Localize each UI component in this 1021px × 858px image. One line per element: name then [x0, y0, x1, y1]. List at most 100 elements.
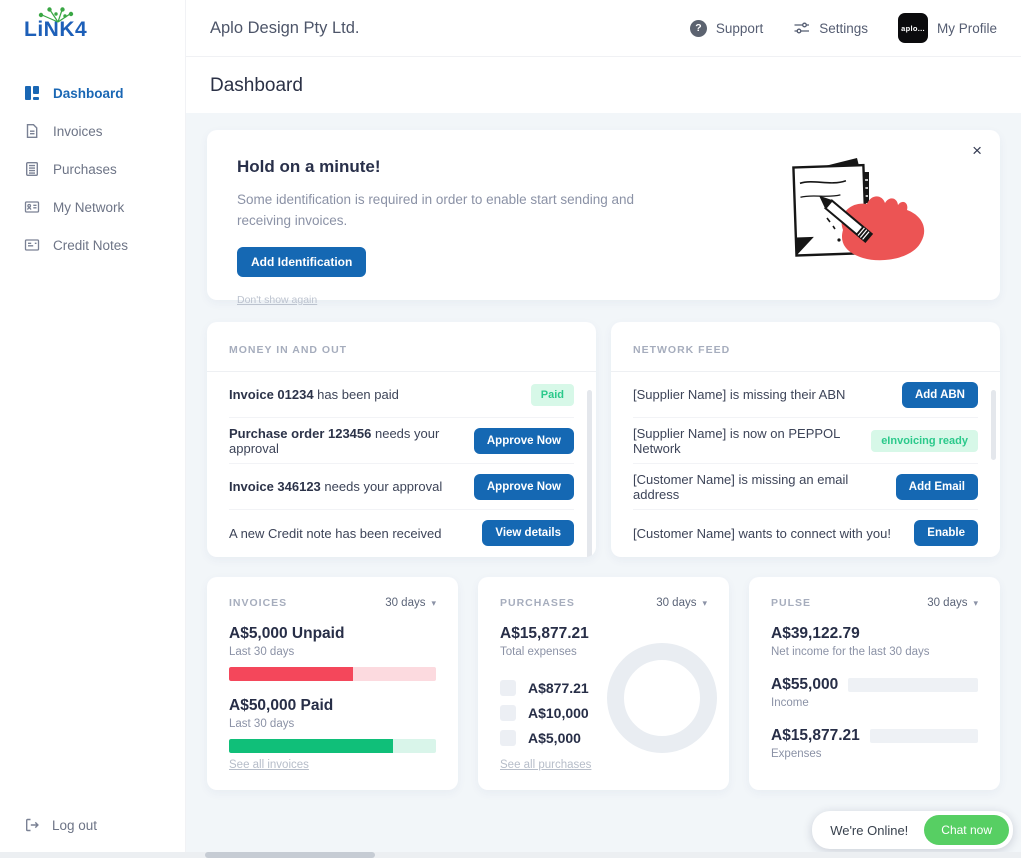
topbar: Aplo Design Pty Ltd. ? Support Settings …	[186, 0, 1021, 57]
total-expenses-amount: A$15,877.21	[500, 625, 707, 643]
list-item: [Supplier Name] is now on PEPPOL Network…	[633, 418, 978, 464]
hand-writing-illustration	[783, 152, 948, 277]
legend-swatch	[500, 730, 516, 746]
page-title: Dashboard	[210, 75, 303, 97]
see-all-purchases-link[interactable]: See all purchases	[500, 759, 591, 771]
invoices-card: INVOICES 30 days▾ A$5,000 Unpaid Last 30…	[207, 577, 458, 790]
expenses-legend: A$877.21 A$10,000 A$5,000	[500, 680, 707, 746]
support-button[interactable]: ? Support	[690, 20, 763, 37]
sidebar-item-label: Invoices	[53, 124, 103, 139]
dashboard-icon	[24, 85, 40, 101]
profile-button[interactable]: aplo... My Profile	[898, 13, 997, 43]
logout-button[interactable]: Log out	[0, 806, 121, 844]
net-income-block: A$39,122.79 Net income for the last 30 d…	[771, 625, 978, 658]
income-amount: A$55,000	[771, 676, 838, 694]
view-details-button[interactable]: View details	[482, 520, 574, 546]
scrollbar-thumb[interactable]	[587, 390, 592, 557]
support-label: Support	[716, 21, 763, 36]
chat-now-button[interactable]: Chat now	[924, 815, 1009, 845]
row-text: A new Credit note has been received	[229, 526, 441, 541]
expenses-label: Expenses	[771, 748, 978, 760]
list-item: Purchase order 123456 needs your approva…	[229, 418, 574, 464]
link4-logo[interactable]: LiNK4	[24, 18, 87, 42]
paid-sub: Last 30 days	[229, 718, 436, 730]
logo-burst-icon	[36, 7, 80, 25]
profile-label: My Profile	[937, 21, 997, 36]
list-item: Invoice 01234 has been paid Paid	[229, 372, 574, 418]
sidebar-item-credit-notes[interactable]: Credit Notes	[0, 226, 185, 264]
row-text: [Supplier Name] is now on PEPPOL Network	[633, 426, 871, 456]
identification-notice-card: Hold on a minute! Some identification is…	[207, 130, 1000, 300]
card-title: INVOICES	[229, 597, 287, 609]
horizontal-scrollbar[interactable]	[0, 852, 1021, 858]
add-abn-button[interactable]: Add ABN	[902, 382, 978, 408]
card-title: MONEY IN AND OUT	[229, 344, 347, 356]
sidebar: LiNK4 Dashboard Invoices Purchases	[0, 0, 186, 858]
see-all-invoices-link[interactable]: See all invoices	[229, 759, 309, 771]
net-income-sub: Net income for the last 30 days	[771, 646, 978, 658]
add-identification-button[interactable]: Add Identification	[237, 247, 366, 277]
list-item: [Customer Name] is missing an email addr…	[633, 464, 978, 510]
sidebar-item-purchases[interactable]: Purchases	[0, 150, 185, 188]
logout-label: Log out	[52, 818, 97, 833]
row-text: [Supplier Name] is missing their ABN	[633, 387, 845, 402]
notice-body: Some identification is required in order…	[237, 190, 667, 232]
legend-swatch	[500, 680, 516, 696]
chevron-down-icon: ▾	[973, 598, 978, 609]
money-rows: Invoice 01234 has been paid Paid Purchas…	[207, 372, 596, 556]
company-name: Aplo Design Pty Ltd.	[210, 19, 360, 38]
paid-amount: A$50,000 Paid	[229, 697, 436, 715]
expenses-row: A$15,877.21 Expenses	[771, 727, 978, 760]
row-text: Invoice 346123 needs your approval	[229, 479, 442, 494]
unpaid-bar	[229, 667, 436, 681]
sidebar-item-dashboard[interactable]: Dashboard	[0, 74, 185, 112]
sidebar-item-label: Purchases	[53, 162, 117, 177]
purchases-card: PURCHASES 30 days▾ A$15,877.21 Total exp…	[478, 577, 729, 790]
help-icon: ?	[690, 20, 707, 37]
horizontal-scrollbar-thumb[interactable]	[205, 852, 375, 858]
close-icon[interactable]: ×	[972, 142, 982, 159]
legend-item: A$5,000	[500, 730, 707, 746]
card-title: NETWORK FEED	[633, 344, 730, 356]
sidebar-item-my-network[interactable]: My Network	[0, 188, 185, 226]
expenses-bar	[870, 729, 978, 743]
unpaid-amount: A$5,000 Unpaid	[229, 625, 436, 643]
list-item: A new Credit note has been received View…	[229, 510, 574, 556]
settings-label: Settings	[819, 21, 868, 36]
period-dropdown[interactable]: 30 days▾	[656, 597, 707, 609]
legend-item: A$10,000	[500, 705, 707, 721]
dont-show-again-link[interactable]: Don't show again	[237, 294, 317, 306]
approve-now-button[interactable]: Approve Now	[474, 474, 574, 500]
topbar-actions: ? Support Settings aplo... My Profile	[690, 13, 997, 43]
sidebar-item-label: Credit Notes	[53, 238, 128, 253]
enable-button[interactable]: Enable	[914, 520, 978, 546]
period-dropdown[interactable]: 30 days▾	[385, 597, 436, 609]
period-dropdown[interactable]: 30 days▾	[927, 597, 978, 609]
einvoicing-ready-badge: eInvoicing ready	[871, 430, 978, 452]
card-header: MONEY IN AND OUT	[207, 322, 596, 372]
sidebar-item-label: My Network	[53, 200, 124, 215]
income-bar	[848, 678, 978, 692]
pulse-card: PULSE 30 days▾ A$39,122.79 Net income fo…	[749, 577, 1000, 790]
legend-swatch	[500, 705, 516, 721]
content-area: Hold on a minute! Some identification is…	[186, 113, 1021, 858]
scrollbar-thumb[interactable]	[991, 390, 996, 460]
list-item: [Customer Name] wants to connect with yo…	[633, 510, 978, 556]
stat-cards-row: INVOICES 30 days▾ A$5,000 Unpaid Last 30…	[207, 577, 1000, 790]
feed-cards-row: MONEY IN AND OUT Invoice 01234 has been …	[207, 322, 1000, 557]
avatar: aplo...	[898, 13, 928, 43]
paid-block: A$50,000 Paid Last 30 days	[229, 697, 436, 753]
logout-icon	[24, 817, 40, 833]
paid-bar	[229, 739, 436, 753]
network-rows: [Supplier Name] is missing their ABN Add…	[611, 372, 1000, 556]
sidebar-item-invoices[interactable]: Invoices	[0, 112, 185, 150]
ledger-icon	[24, 161, 40, 177]
card-header: PURCHASES 30 days▾	[500, 597, 707, 609]
unpaid-sub: Last 30 days	[229, 646, 436, 658]
settings-button[interactable]: Settings	[793, 20, 868, 36]
add-email-button[interactable]: Add Email	[896, 474, 978, 500]
approve-now-button[interactable]: Approve Now	[474, 428, 574, 454]
sidebar-nav: Dashboard Invoices Purchases My Network	[0, 74, 185, 264]
unpaid-bar-fill	[229, 667, 353, 681]
row-text: [Customer Name] is missing an email addr…	[633, 472, 896, 502]
